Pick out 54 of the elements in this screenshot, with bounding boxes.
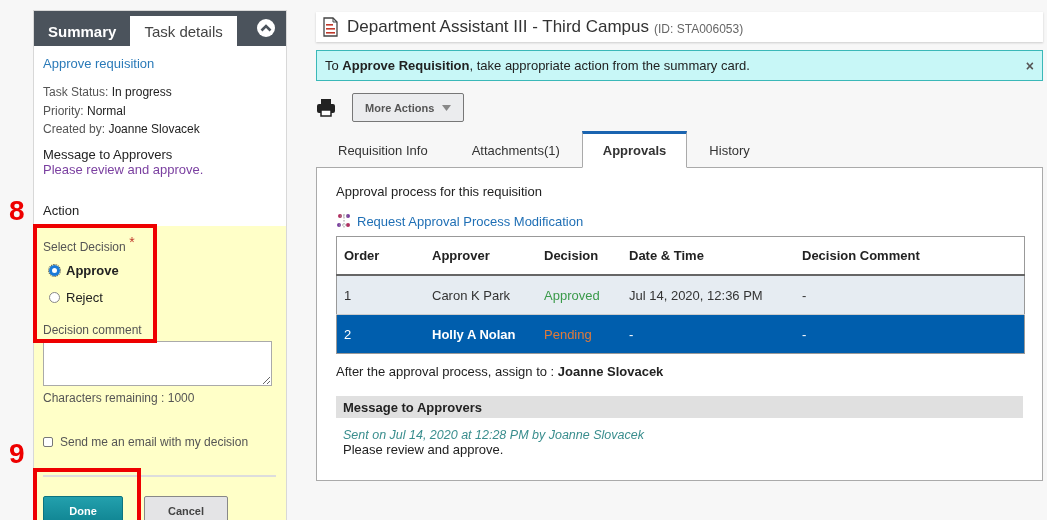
comment-field[interactable] bbox=[43, 340, 272, 386]
notice-text: To Approve Requisition, take appropriate action from the summary card. bbox=[325, 58, 751, 73]
table-cell: - bbox=[795, 275, 1025, 315]
table-cell: Pending bbox=[537, 314, 622, 354]
message-heading: Message to Approvers bbox=[336, 396, 1023, 418]
tab[interactable]: Attachments(1) bbox=[449, 133, 582, 167]
table-cell: - bbox=[622, 314, 795, 354]
radio-button[interactable] bbox=[49, 265, 60, 276]
field-label: Select Decision bbox=[43, 239, 126, 254]
table-cell: Caron K Park bbox=[425, 275, 537, 315]
task-title: Approve requisition bbox=[43, 56, 156, 71]
done-button[interactable]: Done bbox=[43, 495, 123, 520]
character-count: Characters remaining : 1000 bbox=[43, 390, 196, 405]
radio-label[interactable]: Approve bbox=[66, 263, 119, 278]
field-label: Decision comment bbox=[43, 322, 143, 337]
tab[interactable]: Requisition Info bbox=[316, 133, 450, 167]
table-cell: 2 bbox=[336, 314, 425, 354]
step-number: 9 bbox=[9, 438, 25, 470]
collapse-icon[interactable] bbox=[256, 18, 276, 38]
caret-icon bbox=[442, 104, 452, 111]
task-detail: Created by: Joanne Slovacek bbox=[43, 121, 201, 138]
intro-text: Approval process for this requisition bbox=[336, 184, 543, 199]
table-cell: Jul 14, 2020, 12:36 PM bbox=[622, 275, 795, 315]
sent-info: Sent on Jul 14, 2020 at 12:28 PM by Joanne Slovacek bbox=[343, 428, 645, 442]
panel-tab[interactable]: Task details bbox=[130, 16, 237, 46]
tab[interactable]: History bbox=[687, 133, 772, 167]
cancel-button[interactable]: Cancel bbox=[144, 495, 228, 520]
checkbox[interactable] bbox=[43, 436, 53, 447]
document-icon bbox=[322, 17, 339, 37]
checkbox-label[interactable]: Send me an email with my decision bbox=[60, 434, 249, 449]
section-heading: Action bbox=[43, 202, 81, 218]
table-cell: - bbox=[795, 314, 1025, 354]
process-icon bbox=[336, 213, 352, 229]
table-cell: 1 bbox=[336, 275, 425, 315]
section-heading: Message to Approvers bbox=[43, 146, 174, 162]
message-text: Please review and approve. bbox=[343, 442, 505, 457]
table-cell: Approved bbox=[537, 275, 622, 315]
panel-tab[interactable]: Summary bbox=[34, 16, 131, 46]
requisition-id: (ID: STA006053) bbox=[654, 21, 744, 36]
modify-link[interactable]: Request Approval Process Modification bbox=[336, 213, 1023, 229]
table-cell: Holly A Nolan bbox=[425, 314, 537, 354]
print-icon[interactable] bbox=[316, 98, 336, 117]
task-detail: Task Status: In progress bbox=[43, 84, 173, 101]
close-icon[interactable]: × bbox=[1025, 57, 1034, 74]
required-mark: * bbox=[129, 233, 135, 250]
assign-text: After the approval process, assign to : Joanne Slovacek bbox=[336, 364, 665, 379]
page-title: Department Assistant III - Third Campus bbox=[347, 17, 650, 37]
radio-label[interactable]: Reject bbox=[66, 290, 103, 305]
step-number: 8 bbox=[9, 195, 25, 227]
task-detail: Priority: Normal bbox=[43, 102, 127, 120]
message-text: Please review and approve. bbox=[43, 161, 205, 177]
more-actions-button[interactable]: More Actions bbox=[352, 93, 465, 122]
tab[interactable]: Approvals bbox=[581, 131, 688, 168]
radio-button[interactable] bbox=[49, 292, 60, 303]
